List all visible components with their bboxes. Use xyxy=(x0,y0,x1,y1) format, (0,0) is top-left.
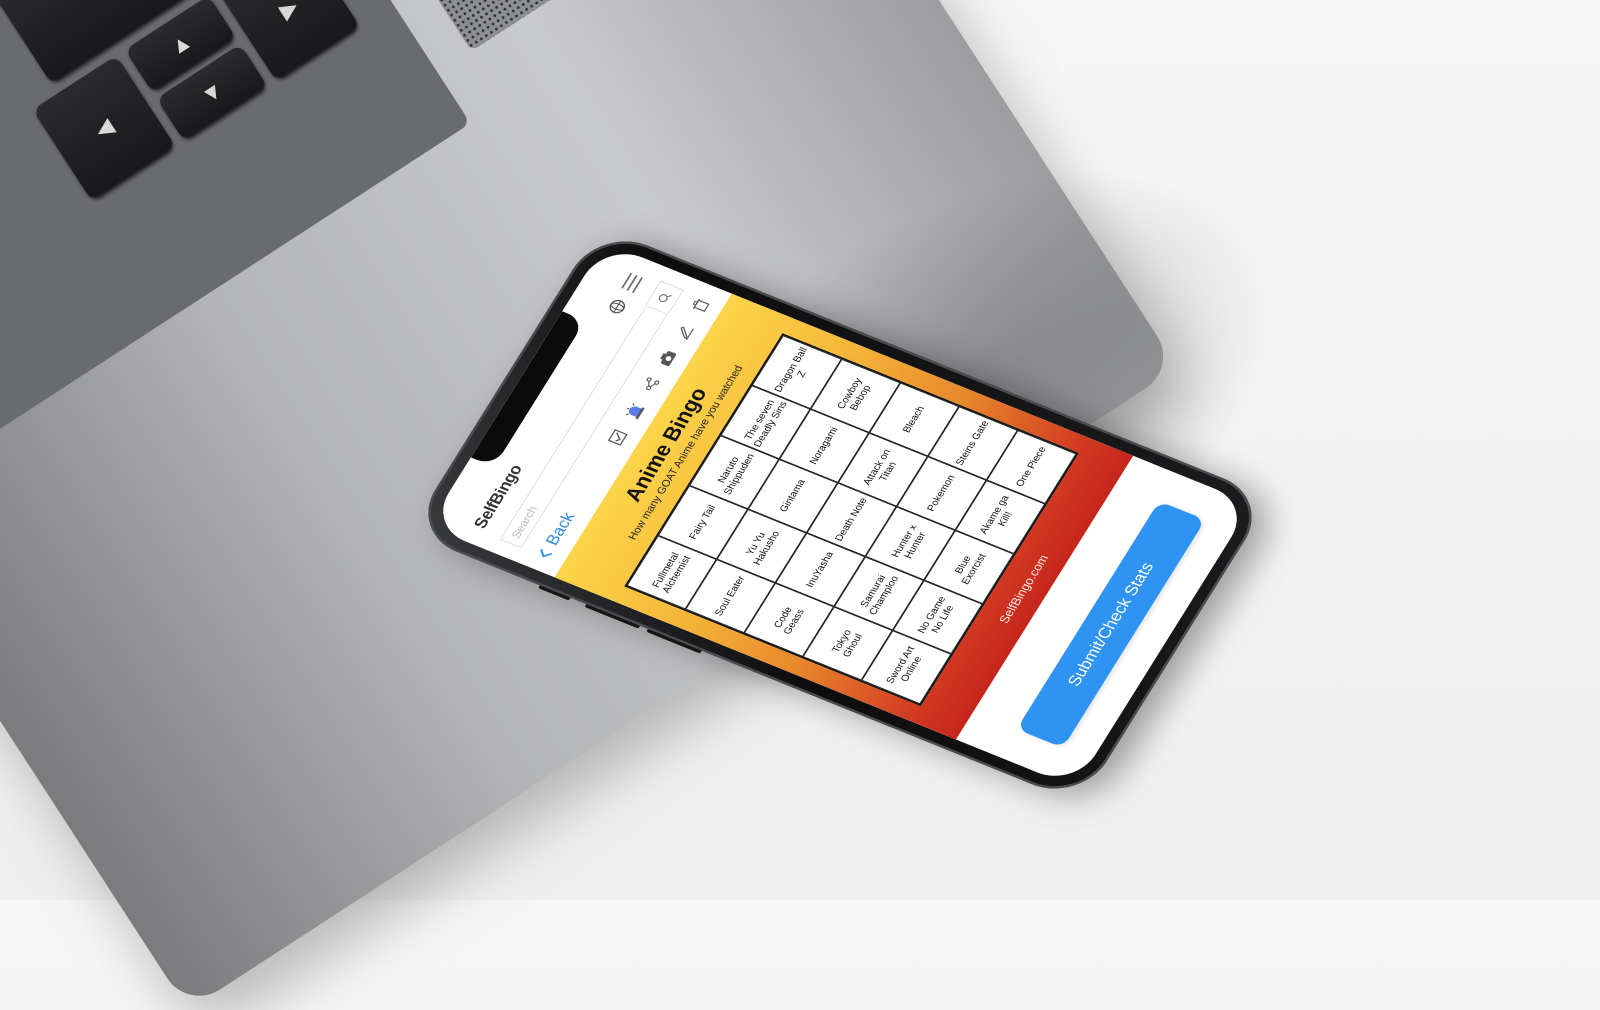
checkbox-icon[interactable] xyxy=(603,425,632,449)
arrow-down-icon: ▼ xyxy=(196,76,229,110)
edit-icon[interactable] xyxy=(669,320,698,344)
arrow-left-icon: ◀ xyxy=(90,113,118,144)
chevron-left-icon xyxy=(540,548,553,558)
globe-icon[interactable] xyxy=(603,294,632,318)
arrow-up-icon: ▲ xyxy=(164,27,197,61)
search-icon xyxy=(658,294,672,303)
menu-icon[interactable] xyxy=(618,271,647,295)
camera-icon[interactable] xyxy=(653,346,682,370)
keyboard: \ enter return shift ▶ ▲ ▼ ◀ xyxy=(0,0,471,483)
trash-icon[interactable] xyxy=(686,293,715,317)
arrow-right-icon: ▶ xyxy=(274,0,303,24)
siren-icon[interactable] xyxy=(620,399,649,423)
search-placeholder: Search xyxy=(508,504,540,541)
back-label: Back xyxy=(541,509,579,548)
share-icon[interactable] xyxy=(636,372,665,396)
